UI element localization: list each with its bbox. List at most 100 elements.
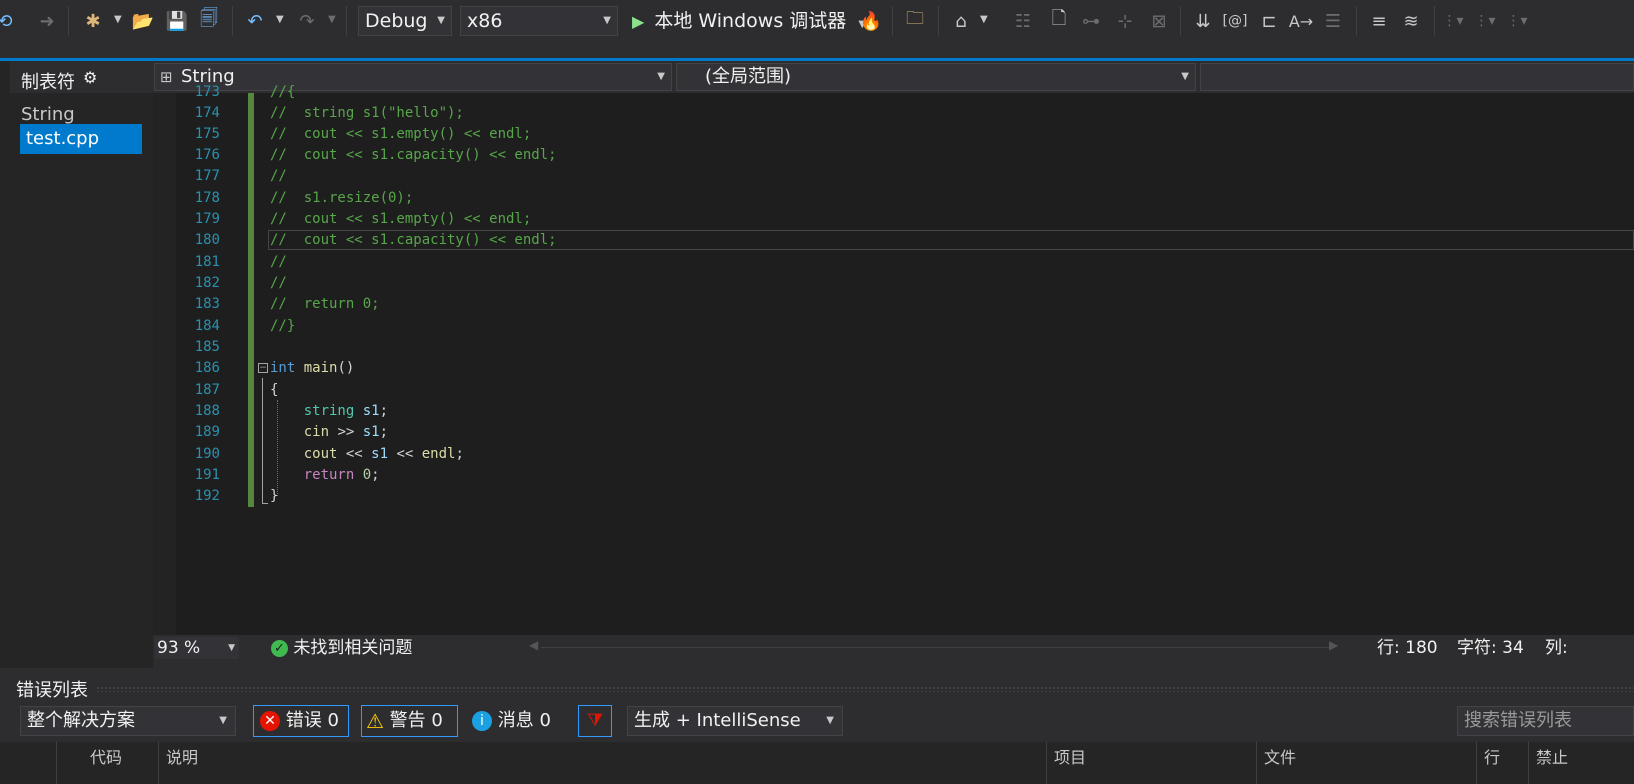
chevron-down-icon[interactable]: ▼ — [114, 14, 122, 25]
warnings-count: 警告 0 — [389, 710, 443, 731]
errors-filter-button[interactable]: ✕ 错误 0 — [253, 705, 349, 737]
scope-dropdown[interactable]: 整个解决方案 ▼ — [20, 706, 236, 736]
error-icon: ✕ — [260, 711, 280, 731]
forward-icon[interactable]: ➜ — [34, 8, 60, 34]
editor-status-bar: 93 % ▼ ✓ 未找到相关问题 ◀ ▶ 行: 180 字符: 34 列: — [153, 636, 1634, 661]
column-code[interactable]: 代码 — [90, 744, 122, 768]
chevron-down-icon: ▼ — [437, 15, 445, 26]
column-project[interactable]: 项目 — [1054, 744, 1086, 768]
home-icon[interactable]: ⌂ — [948, 8, 974, 34]
config-dropdown[interactable]: Debug ▼ — [358, 6, 452, 36]
column-line[interactable]: 行 — [1484, 744, 1500, 768]
line-number: 173 — [194, 84, 220, 100]
tabs-panel — [0, 61, 153, 683]
messages-count: 消息 0 — [497, 710, 551, 731]
gear-icon[interactable]: ⚙ — [83, 68, 97, 87]
column-file[interactable]: 文件 — [1264, 744, 1296, 768]
member-nav-dropdown[interactable] — [1200, 63, 1634, 91]
file-item-test-cpp[interactable]: test.cpp — [20, 124, 142, 154]
find-in-files-icon[interactable]: 🗀 — [902, 8, 928, 34]
run-label: 本地 Windows 调试器 — [654, 10, 847, 32]
scroll-right-icon[interactable]: ▶ — [1329, 638, 1338, 652]
col-indicator: 列: — [1545, 638, 1568, 658]
code-line: // cout << s1.capacity() << endl; — [270, 232, 557, 248]
code-line: // — [270, 275, 287, 291]
step-icon[interactable]: ⇊ — [1190, 8, 1216, 34]
line-number: 181 — [194, 254, 220, 270]
indent-guide — [277, 400, 278, 496]
code-editor[interactable] — [153, 93, 1634, 635]
line-number: 183 — [194, 296, 220, 312]
chevron-down-icon: ▼ — [1181, 71, 1189, 82]
line-indicator: 行: 180 — [1377, 638, 1438, 658]
code-line: return 0; — [303, 467, 380, 483]
editor-glyph-margin — [153, 93, 176, 635]
line-number: 175 — [194, 126, 220, 142]
scope-nav-dropdown[interactable]: (全局范围) ▼ — [676, 63, 1196, 91]
warning-icon: ⚠ — [366, 709, 384, 733]
undo-icon[interactable]: ↶ — [242, 8, 268, 34]
redo-icon[interactable]: ↷ — [294, 8, 320, 34]
column-suppress[interactable]: 禁止 — [1536, 744, 1568, 768]
tab-accent-line — [0, 58, 1634, 61]
scope-value: 整个解决方案 — [27, 710, 135, 731]
chevron-down-icon: ▼ — [603, 15, 611, 26]
line-number: 191 — [194, 467, 220, 483]
line-number: 192 — [194, 488, 220, 504]
overflow-icon[interactable]: ⋮▾ — [1440, 8, 1466, 34]
scroll-left-icon[interactable]: ◀ — [529, 638, 538, 652]
project-icon: ⊞ — [160, 68, 173, 86]
overflow-icon[interactable]: ⋮▾ — [1504, 8, 1530, 34]
horizontal-scrollbar[interactable] — [541, 647, 1331, 648]
chevron-down-icon[interactable]: ▼ — [980, 14, 988, 25]
code-line: // — [270, 254, 287, 270]
uncomment-icon[interactable]: ≋ — [1398, 8, 1424, 34]
tree-icon[interactable]: ☷ — [1010, 8, 1036, 34]
image-icon[interactable]: ⊠ — [1146, 8, 1172, 34]
chevron-down-icon[interactable]: ▼ — [328, 14, 336, 25]
line-number: 178 — [194, 190, 220, 206]
new-project-icon[interactable]: ✱ — [80, 8, 106, 34]
errors-count: 错误 0 — [285, 710, 339, 731]
quick-watch-icon[interactable]: [@] — [1222, 8, 1248, 34]
save-all-icon[interactable]: 🗐 — [196, 8, 222, 34]
font-icon[interactable]: A→ — [1288, 8, 1314, 34]
check-icon: ✓ — [271, 639, 288, 657]
comment-icon[interactable]: ≡ — [1366, 8, 1392, 34]
project-nav-dropdown[interactable]: ⊞ String ▼ — [154, 63, 672, 91]
source-dropdown[interactable]: 生成 + IntelliSense ▼ — [627, 706, 843, 736]
filter-button[interactable]: ⧩ — [578, 705, 612, 737]
list-icon[interactable]: ☰ — [1320, 8, 1346, 34]
line-number: 185 — [194, 339, 220, 355]
main-toolbar: ⟲ ➜ ✱ ▼ 📂 💾 🗐 ↶ ▼ ↷ ▼ Debug ▼ x86 ▼ ▶ 本地… — [0, 0, 1634, 42]
start-debug-button[interactable]: ▶ 本地 Windows 调试器 ▼ — [632, 8, 866, 34]
overflow-icon[interactable]: ⋮▾ — [1472, 8, 1498, 34]
back-icon[interactable]: ⟲ — [0, 8, 18, 34]
code-line: cin >> s1; — [303, 424, 389, 440]
error-search-input[interactable]: 搜索错误列表 — [1457, 706, 1634, 736]
chevron-down-icon[interactable]: ▼ — [276, 14, 284, 25]
messages-filter-button[interactable]: i 消息 0 — [472, 706, 551, 736]
filter-icon: ⧩ — [586, 710, 604, 731]
platform-dropdown[interactable]: x86 ▼ — [460, 6, 618, 36]
code-line: { — [270, 382, 279, 398]
code-line: string s1; — [303, 403, 389, 419]
line-number: 187 — [194, 382, 220, 398]
hierarchy-icon[interactable]: ⊶ — [1078, 8, 1104, 34]
column-description[interactable]: 说明 — [166, 744, 198, 768]
collapse-toggle-icon[interactable]: − — [258, 363, 268, 373]
project-label[interactable]: String — [21, 104, 75, 125]
save-icon[interactable]: 💾 — [164, 8, 190, 34]
breakpoint-icon[interactable]: ⊏ — [1256, 8, 1282, 34]
diagram-icon[interactable]: ⊹ — [1112, 8, 1138, 34]
hot-reload-icon[interactable]: 🔥 — [858, 8, 884, 34]
open-file-icon[interactable]: 📂 — [130, 8, 156, 34]
issues-indicator[interactable]: ✓ 未找到相关问题 — [271, 637, 412, 659]
zoom-dropdown[interactable]: 93 % ▼ — [155, 637, 239, 659]
line-number: 176 — [194, 147, 220, 163]
line-number: 186 — [194, 360, 220, 376]
document-icon[interactable]: 🗋 — [1046, 8, 1072, 34]
line-number: 190 — [194, 446, 220, 462]
char-indicator: 字符: 34 — [1457, 638, 1524, 658]
warnings-filter-button[interactable]: ⚠ 警告 0 — [361, 705, 458, 737]
